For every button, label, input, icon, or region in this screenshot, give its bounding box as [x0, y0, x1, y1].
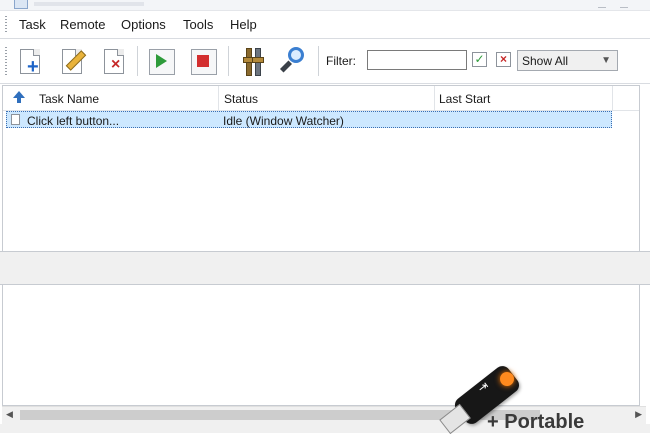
plus-icon: +: [27, 56, 39, 78]
magnifier-icon: [288, 47, 304, 63]
close-icon: ×: [499, 52, 507, 66]
column-header-last-start[interactable]: Last Start: [435, 86, 613, 110]
find-button[interactable]: [278, 45, 308, 77]
title-bar: [0, 0, 650, 11]
settings-button[interactable]: [238, 45, 268, 77]
menu-options[interactable]: Options: [121, 17, 166, 32]
stop-icon: [197, 55, 209, 67]
clear-filter-button[interactable]: ×: [496, 52, 511, 67]
wrench-icon: [252, 48, 264, 76]
window-title: [34, 2, 144, 6]
toolbar-separator: [318, 46, 319, 76]
run-task-button[interactable]: [146, 45, 176, 77]
sort-arrow-icon: [13, 91, 25, 103]
pane-splitter[interactable]: [0, 251, 650, 285]
menu-help[interactable]: Help: [230, 17, 257, 32]
app-icon: [14, 0, 28, 9]
task-status-cell: Idle (Window Watcher): [223, 114, 344, 128]
delete-task-button[interactable]: ×: [98, 45, 128, 77]
play-icon: [156, 54, 167, 68]
show-filter-select[interactable]: Show All ▼: [517, 50, 618, 71]
maximize-icon[interactable]: [620, 1, 628, 8]
filter-input[interactable]: [367, 50, 467, 70]
column-header-status[interactable]: Status: [219, 86, 435, 110]
apply-filter-button[interactable]: ✓: [472, 52, 487, 67]
filter-label: Filter:: [326, 54, 356, 68]
checkmark-icon: ✓: [474, 52, 485, 66]
toolbar-separator: [228, 46, 229, 76]
show-filter-value: Show All: [522, 54, 569, 68]
scroll-left-icon[interactable]: ◀: [6, 409, 13, 420]
task-icon: [11, 114, 20, 125]
chevron-down-icon: ▼: [601, 55, 611, 66]
menu-remote[interactable]: Remote: [60, 17, 106, 32]
delete-icon: ×: [111, 56, 121, 73]
log-pane: [2, 285, 640, 406]
portable-watermark: + Portable: [487, 411, 585, 433]
menu-tools[interactable]: Tools: [183, 17, 213, 32]
list-header: Task Name Status Last Start: [3, 86, 639, 111]
new-task-button[interactable]: +: [14, 45, 44, 77]
task-name-cell: Click left button...: [27, 114, 120, 128]
task-list[interactable]: Task Name Status Last Start Click left b…: [2, 85, 640, 252]
scroll-right-icon[interactable]: ▶: [635, 409, 642, 420]
table-row[interactable]: Click left button... Idle (Window Watche…: [6, 111, 612, 128]
menu-grip-icon: [5, 16, 7, 34]
toolbar-separator: [137, 46, 138, 76]
toolbar-grip-icon: [5, 47, 7, 77]
menu-task[interactable]: Task: [19, 17, 46, 32]
minimize-icon[interactable]: [598, 1, 606, 8]
edit-task-button[interactable]: [56, 45, 87, 77]
column-header-task-name[interactable]: Task Name: [3, 86, 219, 110]
stop-task-button[interactable]: [188, 45, 218, 77]
